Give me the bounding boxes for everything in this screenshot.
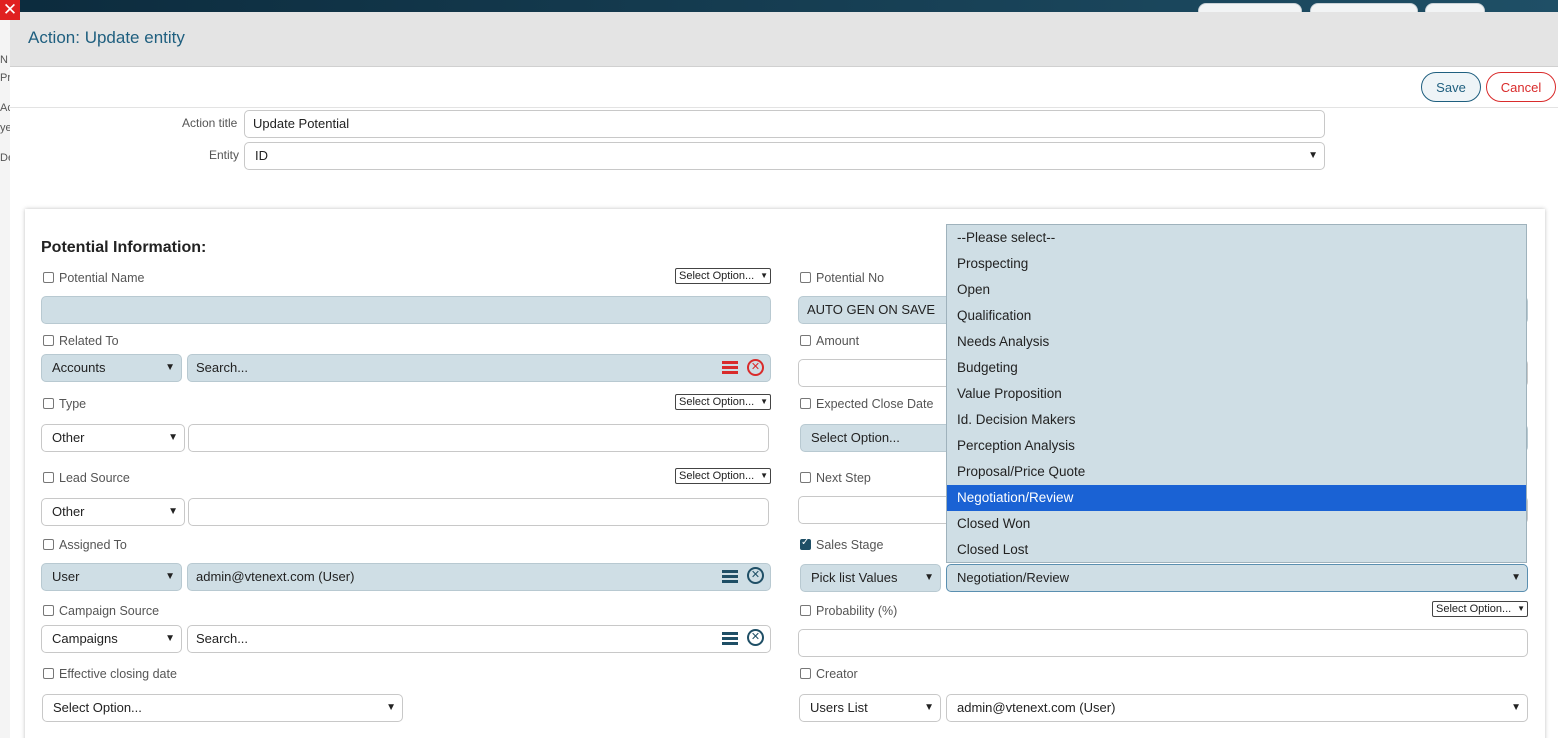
potential-name-checkbox[interactable] xyxy=(43,272,54,283)
dropdown-option[interactable]: Id. Decision Makers xyxy=(947,407,1526,433)
assigned-to-type-select[interactable]: User ▼ xyxy=(41,563,182,591)
probability-checkbox[interactable] xyxy=(800,605,811,616)
dropdown-option[interactable]: Proposal/Price Quote xyxy=(947,459,1526,485)
campaign-source-search-input[interactable]: Search... xyxy=(187,625,771,653)
modal-header: Action: Update entity xyxy=(10,12,1558,67)
dropdown-option[interactable]: Closed Lost xyxy=(947,537,1526,563)
potential-name-input[interactable] xyxy=(41,296,771,324)
effective-closing-date-select[interactable]: Select Option... ▼ xyxy=(42,694,403,722)
dropdown-option[interactable]: Prospecting xyxy=(947,251,1526,277)
chevron-down-icon: ▼ xyxy=(168,432,178,443)
dropdown-option[interactable]: Qualification xyxy=(947,303,1526,329)
sales-stage-select[interactable]: Negotiation/Review ▼ xyxy=(946,564,1528,592)
chevron-down-icon: ▼ xyxy=(760,471,768,480)
campaign-source-label: Campaign Source xyxy=(59,604,160,618)
sales-stage-checkbox[interactable] xyxy=(800,537,811,550)
creator-label: Creator xyxy=(816,667,858,681)
clear-icon[interactable]: ✕ xyxy=(747,629,764,646)
dropdown-option-selected[interactable]: Negotiation/Review xyxy=(947,485,1526,511)
potential-name-option-select[interactable]: Select Option... ▼ xyxy=(675,268,771,284)
lead-source-checkbox[interactable] xyxy=(43,472,54,483)
list-icon[interactable] xyxy=(722,632,738,646)
chevron-down-icon: ▼ xyxy=(1511,572,1521,583)
cancel-button[interactable]: Cancel xyxy=(1486,72,1556,102)
chevron-down-icon: ▼ xyxy=(168,506,178,517)
creator-select[interactable]: admin@vtenext.com (User) ▼ xyxy=(946,694,1528,722)
sales-stage-source-select[interactable]: Pick list Values ▼ xyxy=(800,564,941,592)
related-to-search-input[interactable]: Search... xyxy=(187,354,771,382)
close-window-icon[interactable]: ✕ xyxy=(0,0,20,20)
type-option-select[interactable]: Select Option... ▼ xyxy=(675,394,771,410)
modal-toolbar: Save Cancel xyxy=(10,67,1558,108)
creator-source-select[interactable]: Users List ▼ xyxy=(799,694,941,722)
assigned-to-label: Assigned To xyxy=(59,538,127,552)
assigned-to-checkbox[interactable] xyxy=(43,539,54,550)
campaign-source-type-select[interactable]: Campaigns ▼ xyxy=(41,625,182,653)
creator-checkbox[interactable] xyxy=(800,668,811,679)
type-select[interactable]: Other ▼ xyxy=(41,424,185,452)
chevron-down-icon: ▼ xyxy=(924,572,934,583)
chevron-down-icon: ▼ xyxy=(924,702,934,713)
chevron-down-icon: ▼ xyxy=(760,271,768,280)
type-label: Type xyxy=(59,397,87,411)
type-value-input[interactable] xyxy=(188,424,769,452)
dropdown-option[interactable]: Open xyxy=(947,277,1526,303)
sales-stage-label: Sales Stage xyxy=(816,538,884,552)
related-to-label: Related To xyxy=(59,334,119,348)
save-button[interactable]: Save xyxy=(1421,72,1481,102)
campaign-source-checkbox[interactable] xyxy=(43,605,54,616)
amount-label: Amount xyxy=(816,334,860,348)
chevron-down-icon: ▼ xyxy=(386,702,396,713)
effective-closing-date-label: Effective closing date xyxy=(59,667,177,681)
lead-source-option-select[interactable]: Select Option... ▼ xyxy=(675,468,771,484)
dropdown-option[interactable]: Needs Analysis xyxy=(947,329,1526,355)
related-to-type-select[interactable]: Accounts ▼ xyxy=(41,354,182,382)
chevron-down-icon: ▼ xyxy=(1517,604,1525,613)
action-title-input[interactable]: Update Potential xyxy=(244,110,1325,138)
next-step-label: Next Step xyxy=(816,471,871,485)
chevron-down-icon: ▼ xyxy=(1308,150,1318,161)
assigned-to-input[interactable]: admin@vtenext.com (User) xyxy=(187,563,771,591)
lead-source-value-input[interactable] xyxy=(188,498,769,526)
probability-label: Probability (%) xyxy=(816,604,898,618)
type-checkbox[interactable] xyxy=(43,398,54,409)
modal-title: Action: Update entity xyxy=(28,28,185,47)
next-step-checkbox[interactable] xyxy=(800,472,811,483)
clear-icon[interactable]: ✕ xyxy=(747,567,764,584)
dropdown-option[interactable]: Closed Won xyxy=(947,511,1526,537)
entity-select[interactable]: ID ▼ xyxy=(244,142,1325,170)
clear-icon[interactable]: ✕ xyxy=(747,359,764,376)
entity-label: Entity xyxy=(209,148,240,162)
chevron-down-icon: ▼ xyxy=(165,571,175,582)
dropdown-option[interactable]: Value Proposition xyxy=(947,381,1526,407)
chevron-down-icon: ▼ xyxy=(165,362,175,373)
amount-checkbox[interactable] xyxy=(800,335,811,346)
expected-close-date-checkbox[interactable] xyxy=(800,398,811,409)
sales-stage-dropdown-list[interactable]: --Please select-- Prospecting Open Quali… xyxy=(946,224,1527,563)
chevron-down-icon: ▼ xyxy=(760,397,768,406)
chevron-down-icon: ▼ xyxy=(165,633,175,644)
related-to-checkbox[interactable] xyxy=(43,335,54,346)
lead-source-label: Lead Source xyxy=(59,471,130,485)
section-title: Potential Information: xyxy=(41,239,207,256)
dropdown-option[interactable]: Perception Analysis xyxy=(947,433,1526,459)
dropdown-option[interactable]: Budgeting xyxy=(947,355,1526,381)
list-icon[interactable] xyxy=(722,361,738,375)
effective-closing-date-checkbox[interactable] xyxy=(43,668,54,679)
chevron-down-icon: ▼ xyxy=(1511,702,1521,713)
probability-input[interactable] xyxy=(798,629,1528,657)
action-title-label: Action title xyxy=(182,116,238,130)
list-icon[interactable] xyxy=(722,570,738,584)
probability-option-select[interactable]: Select Option... ▼ xyxy=(1432,601,1528,617)
potential-no-checkbox[interactable] xyxy=(800,272,811,283)
lead-source-select[interactable]: Other ▼ xyxy=(41,498,185,526)
potential-no-label: Potential No xyxy=(816,271,885,285)
expected-close-date-label: Expected Close Date xyxy=(816,397,934,411)
potential-name-label: Potential Name xyxy=(59,271,145,285)
dropdown-option[interactable]: --Please select-- xyxy=(947,225,1526,251)
